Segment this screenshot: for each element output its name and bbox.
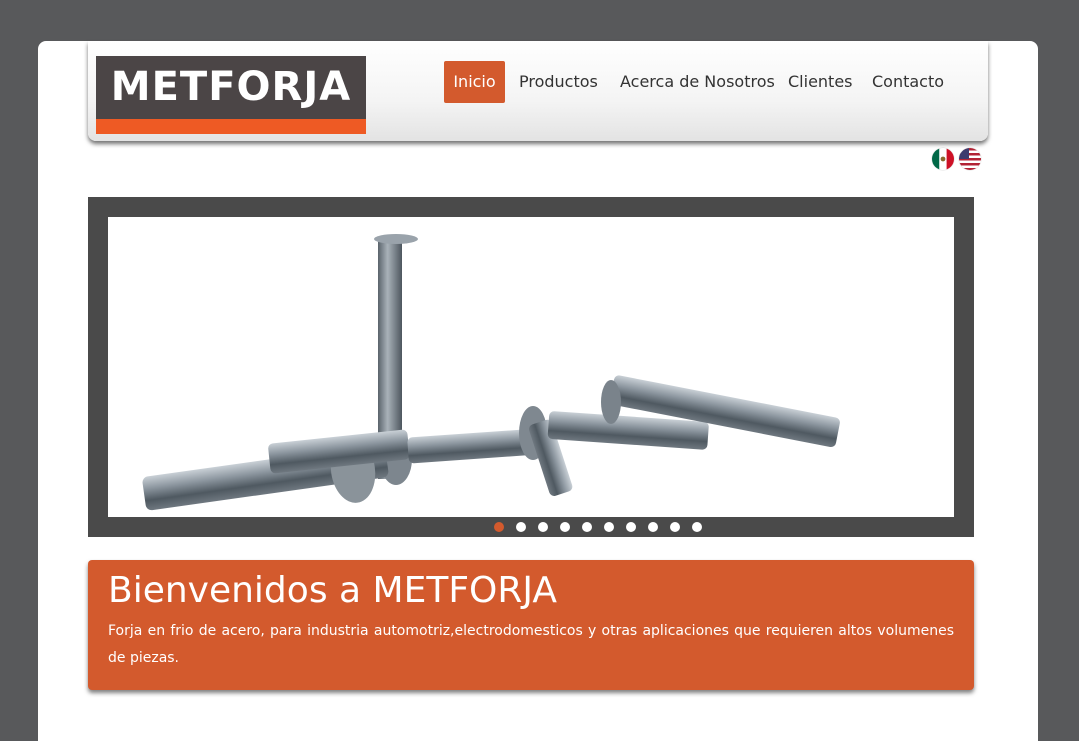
slider-dot-4[interactable]: [560, 522, 570, 532]
page-container: METFORJA Inicio Productos Acerca de Noso…: [38, 41, 1038, 741]
welcome-title: Bienvenidos a METFORJA: [108, 570, 557, 611]
welcome-description: Forja en frio de acero, para industria a…: [108, 623, 954, 666]
nav-item-inicio[interactable]: Inicio: [444, 61, 505, 103]
site-header: METFORJA Inicio Productos Acerca de Noso…: [88, 41, 988, 141]
steel-rivets-product-image: [108, 217, 954, 517]
logo-accent-bar: [96, 119, 366, 134]
slider-dot-3[interactable]: [538, 522, 548, 532]
slider-dot-1[interactable]: [494, 522, 504, 532]
nav-item-acerca[interactable]: Acerca de Nosotros: [620, 61, 775, 103]
nav-item-productos[interactable]: Productos: [519, 61, 598, 103]
metforja-logo[interactable]: METFORJA: [96, 56, 366, 134]
slider-dot-9[interactable]: [670, 522, 680, 532]
slider-dot-5[interactable]: [582, 522, 592, 532]
image-slider[interactable]: [88, 197, 974, 537]
slider-dot-7[interactable]: [626, 522, 636, 532]
nav-item-contacto[interactable]: Contacto: [872, 61, 944, 103]
usa-flag-icon[interactable]: [959, 148, 981, 170]
slider-dot-8[interactable]: [648, 522, 658, 532]
slider-dot-10[interactable]: [692, 522, 702, 532]
slider-dot-6[interactable]: [604, 522, 614, 532]
logo-text: METFORJA: [96, 56, 366, 119]
nav-item-clientes[interactable]: Clientes: [788, 61, 853, 103]
mexico-flag-icon[interactable]: [932, 148, 954, 170]
slider-dot-2[interactable]: [516, 522, 526, 532]
welcome-panel: Bienvenidos a METFORJA Forja en frio de …: [88, 560, 974, 690]
